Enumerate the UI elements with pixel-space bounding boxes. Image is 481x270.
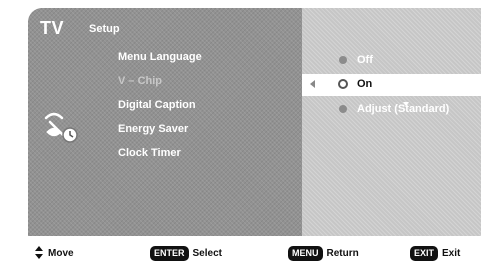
up-arrow-icon (403, 76, 409, 80)
return-label: Return (326, 248, 359, 259)
options-panel (302, 8, 481, 236)
satellite-icon (44, 112, 78, 143)
select-hint[interactable]: ENTER Select (150, 246, 222, 261)
select-label: Select (192, 248, 222, 259)
radio-adjust-icon (339, 105, 347, 113)
option-off-label: Off (357, 54, 373, 66)
return-hint[interactable]: MENU Return (288, 246, 359, 261)
move-hint: Move (34, 246, 74, 260)
left-arrow-icon (310, 80, 315, 88)
option-on-label: On (357, 78, 373, 90)
menu-key-icon: MENU (288, 246, 323, 261)
exit-hint[interactable]: EXIT Exit (410, 246, 460, 261)
menu-item-menu-language[interactable]: Menu Language (118, 51, 202, 63)
option-on[interactable]: On (302, 74, 481, 96)
tv-osd-screen: TV Setup Menu Language V – Chip Digital … (28, 8, 481, 236)
menu-item-energy-saver[interactable]: Energy Saver (118, 123, 188, 135)
menu-item-clock-timer[interactable]: Clock Timer (118, 147, 181, 159)
exit-key-icon: EXIT (410, 246, 439, 261)
menu-item-v-chip[interactable]: V – Chip (118, 75, 162, 87)
radio-off-icon (339, 56, 347, 64)
menu-item-digital-caption[interactable]: Digital Caption (118, 99, 196, 111)
footer-key-guide: Move ENTER Select MENU Return EXIT Exit (28, 237, 481, 270)
option-off[interactable]: Off (302, 50, 481, 72)
move-label: Move (48, 247, 74, 259)
page-subtitle: Setup (89, 23, 120, 35)
option-adjust[interactable]: Adjust (Standard) (302, 99, 481, 121)
up-down-arrows-icon (34, 246, 44, 260)
radio-on-icon (338, 79, 348, 89)
page-title: TV (40, 18, 65, 38)
enter-key-icon: ENTER (150, 246, 189, 261)
exit-label: Exit (442, 248, 461, 259)
down-arrow-icon (403, 102, 409, 106)
